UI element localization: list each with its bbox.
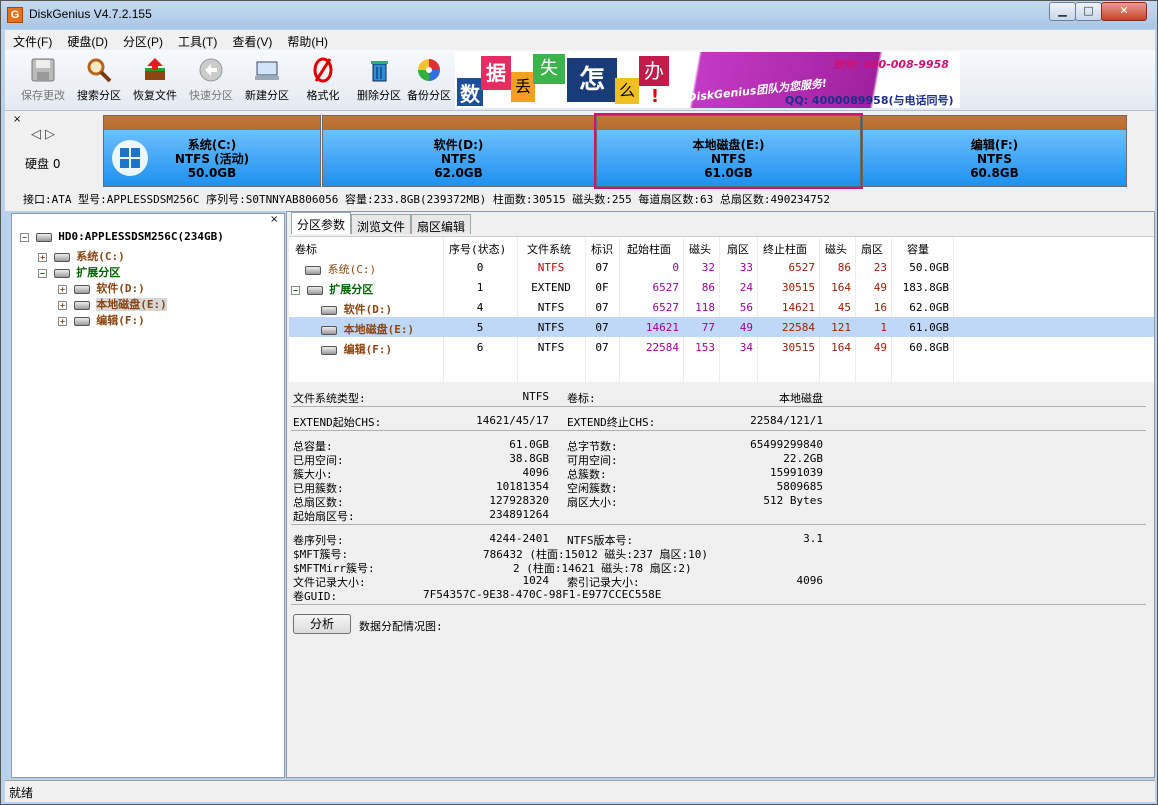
table-row-selected[interactable]: 本地磁盘(E:) 5 NTFS 07 14621 77 49 22584 121… — [289, 317, 1154, 337]
partition-icon — [306, 285, 323, 295]
partition-block-e[interactable]: 本地磁盘(E:) NTFS 61.0GB — [594, 113, 863, 189]
quick-partition-label: 快速分区 — [189, 90, 233, 102]
prev-disk-icon[interactable]: ◁ — [31, 127, 41, 142]
tree-root[interactable]: − HD0:APPLESSDSM256C(234GB) — [20, 230, 224, 243]
delete-partition-button[interactable]: 删除分区 — [351, 54, 407, 108]
partition-block-c[interactable]: 系统(C:) NTFS (活动) 50.0GB — [103, 115, 321, 187]
save-icon — [31, 58, 55, 82]
format-button[interactable]: 格式化 — [295, 54, 351, 108]
format-label: 格式化 — [306, 90, 340, 102]
tree-item-e[interactable]: + 本地磁盘(E:) — [58, 296, 167, 312]
tree-item-f[interactable]: + 编辑(F:) — [58, 312, 145, 328]
tab-sector-edit[interactable]: 扇区编辑 — [411, 214, 472, 234]
maximize-button[interactable]: □ — [1075, 2, 1102, 21]
new-partition-icon — [255, 61, 279, 80]
recover-files-button[interactable]: 恢复文件 — [127, 54, 183, 108]
partition-text: 系统(C:) NTFS (活动) 50.0GB — [174, 138, 250, 180]
new-partition-label: 新建分区 — [245, 90, 289, 102]
tab-partition-params[interactable]: 分区参数 — [291, 212, 352, 234]
delete-icon — [371, 61, 388, 82]
table-row[interactable]: 编辑(F:) 6 NTFS 07 22584 153 34 30515 164 … — [289, 337, 1154, 357]
partition-block-f[interactable]: 编辑(F:) NTFS 60.8GB — [862, 115, 1127, 187]
quick-partition-button[interactable]: 快速分区 — [183, 54, 239, 108]
save-button[interactable]: 保存更改 — [15, 54, 71, 108]
banner-char: 据 — [481, 56, 511, 90]
hdd-icon — [35, 232, 52, 242]
table-header: 卷标 序号(状态) 文件系统 标识 起始柱面 磁头 扇区 终止柱面 磁头 扇区 … — [295, 243, 929, 256]
window-title: DiskGenius V4.7.2.155 — [29, 7, 152, 21]
title-bar[interactable]: G DiskGenius V4.7.2.155 ▁ □ ✕ — [1, 1, 1157, 29]
table-row[interactable]: 软件(D:) 4 NTFS 07 6527 118 56 14621 45 16… — [289, 297, 1154, 317]
banner-char: 么 — [615, 78, 639, 104]
partition-block-d[interactable]: 软件(D:) NTFS 62.0GB — [322, 115, 595, 187]
banner-char: 数 — [457, 78, 483, 106]
menu-partition[interactable]: 分区(P) — [115, 30, 170, 50]
partition-detail-pane: 分区参数 浏览文件 扇区编辑 卷标 序号(状态) 文件系统 标识 起始柱面 磁头… — [286, 211, 1155, 778]
quick-partition-icon — [199, 58, 223, 82]
banner-char: 丢 — [511, 72, 535, 102]
search-partition-button[interactable]: 搜索分区 — [71, 54, 127, 108]
menu-view[interactable]: 查看(V) — [224, 30, 279, 50]
banner-char: 失 — [533, 54, 565, 84]
partition-icon — [53, 268, 70, 278]
banner-qq: QQ: 4000089958(与电话同号) — [785, 94, 954, 107]
partition-text: 软件(D:) NTFS 62.0GB — [433, 138, 484, 180]
ad-banner[interactable]: 数 据 丢 失 怎 么 办 ! DiskGenius团队为您服务! 致电: 40… — [455, 52, 960, 108]
menu-disk[interactable]: 硬盘(D) — [59, 30, 115, 50]
menu-file[interactable]: 文件(F) — [5, 30, 59, 50]
tree-item-extended[interactable]: − 扩展分区 — [38, 264, 120, 280]
search-icon — [87, 58, 112, 83]
menu-help[interactable]: 帮助(H) — [279, 30, 335, 50]
disk-info-line: 接口:ATA 型号:APPLESSDSM256C 序列号:S0TNNYAB806… — [23, 193, 831, 206]
partition-table: 卷标 序号(状态) 文件系统 标识 起始柱面 磁头 扇区 终止柱面 磁头 扇区 … — [289, 236, 1154, 383]
partition-icon — [321, 325, 337, 335]
partition-icon — [73, 300, 90, 310]
disk-label: 硬盘 0 — [25, 157, 61, 171]
tab-browse-files[interactable]: 浏览文件 — [351, 214, 412, 234]
search-partition-label: 搜索分区 — [77, 90, 121, 102]
partition-icon — [73, 284, 90, 294]
alloc-map-label: 数据分配情况图: — [359, 620, 443, 633]
table-row[interactable]: − 扩展分区 1 EXTEND 0F 6527 86 24 30515 164 … — [289, 277, 1154, 297]
partition-icon — [305, 265, 321, 275]
backup-icon — [418, 59, 440, 81]
tree-close-icon[interactable]: × — [270, 214, 278, 225]
backup-partition-label: 备份分区 — [407, 90, 451, 102]
next-disk-icon[interactable]: ▷ — [45, 127, 55, 142]
partition-icon — [321, 305, 337, 315]
status-bar: 就绪 — [5, 780, 1155, 802]
new-partition-button[interactable]: 新建分区 — [239, 54, 295, 108]
menu-tools[interactable]: 工具(T) — [170, 30, 224, 50]
partition-text: 本地磁盘(E:) NTFS 61.0GB — [692, 138, 765, 180]
banner-phone: 致电: 400-008-9958 — [833, 58, 949, 71]
tree-item-d[interactable]: + 软件(D:) — [58, 280, 145, 296]
recover-files-label: 恢复文件 — [133, 90, 177, 102]
disk-tree-pane[interactable]: × − HD0:APPLESSDSM256C(234GB) + 系统(C:) −… — [11, 213, 285, 778]
banner-char: 办 — [639, 56, 669, 86]
toolbar: 保存更改 搜索分区 恢复文件 快速分区 新建分区 格式化 删除分区 备份分区 数… — [5, 50, 1155, 111]
partition-icon — [73, 316, 90, 326]
app-window: G DiskGenius V4.7.2.155 ▁ □ ✕ 文件(F) 硬盘(D)… — [0, 0, 1158, 805]
app-icon: G — [7, 7, 23, 23]
delete-partition-label: 删除分区 — [357, 90, 401, 102]
minimize-button[interactable]: ▁ — [1049, 2, 1076, 21]
backup-partition-button[interactable]: 备份分区 — [401, 54, 457, 108]
status-text: 就绪 — [9, 786, 34, 800]
partition-icon — [53, 252, 70, 262]
menu-bar: 文件(F) 硬盘(D) 分区(P) 工具(T) 查看(V) 帮助(H) — [5, 30, 1155, 50]
disk-map-panel: × ◁ ▷ 硬盘 0 系统(C:) NTFS (活动) 50.0GB 软件(D:) N… — [5, 111, 1155, 211]
format-icon — [313, 57, 333, 83]
table-row[interactable]: 系统(C:) 0 NTFS 07 0 32 33 6527 86 23 50.0… — [289, 257, 1154, 277]
partition-text: 编辑(F:) NTFS 60.8GB — [970, 138, 1019, 180]
analyze-button[interactable]: 分析 — [293, 614, 351, 634]
tree-item-c[interactable]: + 系统(C:) — [38, 248, 125, 264]
save-label: 保存更改 — [21, 90, 65, 102]
partition-icon — [321, 345, 337, 355]
close-button[interactable]: ✕ — [1101, 2, 1147, 21]
panel-close-icon[interactable]: × — [13, 114, 21, 125]
banner-char: ! — [647, 86, 663, 107]
banner-char: 怎 — [567, 58, 617, 102]
recover-icon — [145, 58, 165, 80]
